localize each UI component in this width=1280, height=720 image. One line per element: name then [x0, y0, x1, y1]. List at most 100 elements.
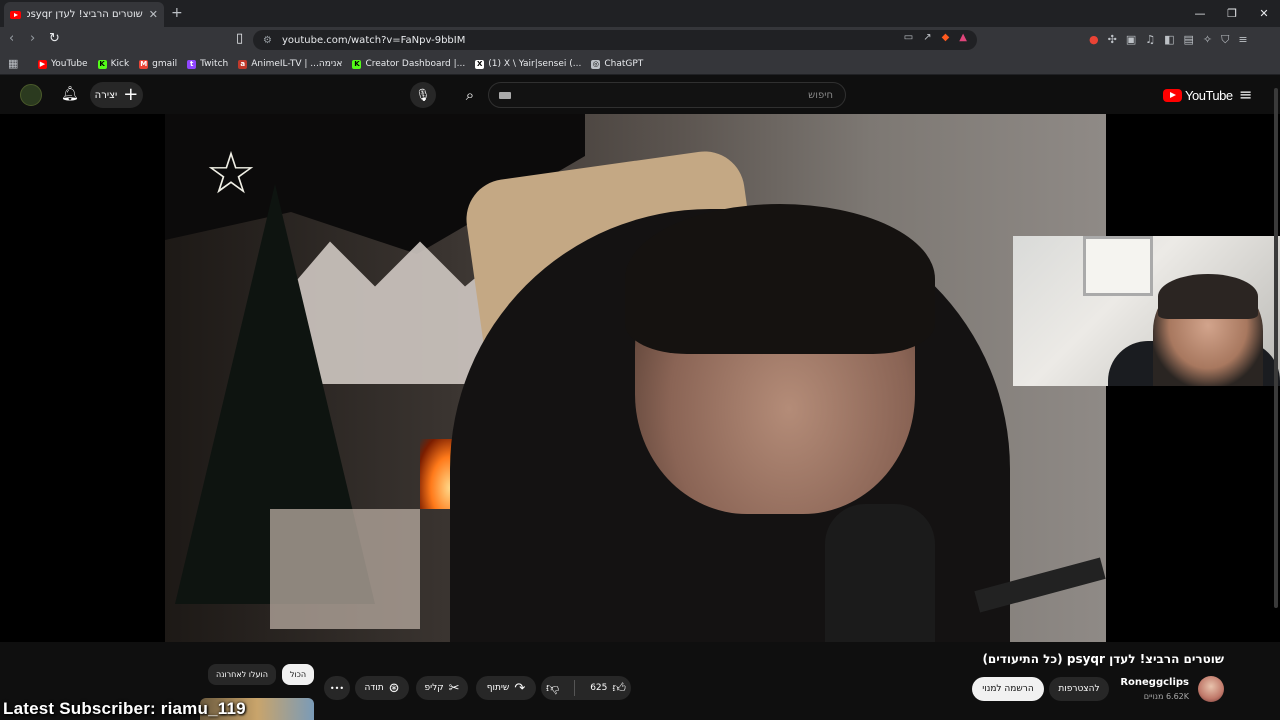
forward-arrow-icon[interactable]: › — [30, 31, 35, 46]
subscribe-button[interactable]: הרשמה למנוי — [972, 677, 1044, 701]
vpn-shield-icon[interactable]: ⛉ — [1221, 33, 1229, 47]
youtube-icon: ▶ — [38, 59, 47, 69]
like-icon[interactable]: 👍︎ — [612, 681, 626, 696]
share-page-icon[interactable]: ↗ — [923, 32, 931, 43]
share-label: שיתוף — [486, 683, 510, 693]
bookmark-twitch[interactable]: t Twitch — [187, 59, 228, 69]
browser-tab-strip: שוטרים הרביצ! לעדן psyqr (כל ה ✕ + — ❐ ✕ — [0, 0, 1280, 27]
search-box — [488, 82, 846, 108]
join-button[interactable]: להצטרפות — [1049, 677, 1109, 701]
chatgpt-icon: ◎ — [591, 59, 601, 69]
twitch-icon: t — [187, 59, 197, 69]
bookmark-youtube[interactable]: ▶ YouTube — [38, 59, 88, 69]
kick-creator-icon: K — [352, 59, 362, 69]
bookmark-label: YouTube — [51, 59, 88, 69]
youtube-logo[interactable]: YouTube — [1163, 88, 1233, 103]
kick-icon: K — [97, 59, 107, 69]
address-bar-actions: ▭ ↗ ◆ ▲ — [904, 32, 967, 43]
minimize-button[interactable]: — — [1184, 0, 1216, 27]
gmail-icon: M — [139, 59, 149, 69]
dislike-icon[interactable]: 👎︎ — [546, 681, 559, 696]
thanks-button[interactable]: ⊛ תודה — [355, 676, 409, 700]
account-avatar[interactable] — [20, 84, 42, 106]
create-button[interactable]: יצירה + — [90, 82, 143, 108]
youtube-favicon-icon — [10, 10, 21, 19]
bookmark-animeil[interactable]: a AnimeIL-TV | ...אנימה — [238, 59, 342, 69]
join-label: להצטרפות — [1058, 684, 1100, 694]
thanks-dollar-icon: ⊛ — [388, 680, 400, 696]
related-filter-chips: הועלו לאחרונה הכול — [208, 664, 315, 685]
brave-rewards-icon[interactable]: ▲ — [959, 32, 967, 43]
bookmark-label: gmail — [152, 59, 178, 69]
cast-icon[interactable]: ▭ — [904, 32, 913, 43]
apps-grid-icon[interactable]: ▦ — [8, 57, 18, 70]
new-tab-button[interactable]: + — [171, 5, 183, 21]
bookmark-gmail[interactable]: Mgmail — [139, 59, 177, 69]
bookmark-x[interactable]: X (1) X \ Yair|sensei (... — [475, 59, 581, 69]
wallet-icon[interactable]: ▤ — [1184, 33, 1194, 47]
channel-name[interactable]: Roneggclips — [1120, 677, 1189, 688]
webcam-overlay — [1013, 236, 1280, 386]
share-icon: ↷ — [514, 680, 526, 696]
animeil-icon: a — [238, 59, 248, 69]
tab-close-icon[interactable]: ✕ — [149, 8, 158, 21]
voice-search-mic-icon[interactable]: 🎙︎ — [410, 82, 436, 108]
search-input[interactable] — [489, 83, 845, 108]
sidepanel-extension-icon[interactable]: ▣ — [1126, 33, 1136, 47]
webcam-window — [1083, 236, 1153, 296]
music-icon[interactable]: ♫ — [1145, 33, 1155, 47]
site-info-icon[interactable]: ⚙ — [263, 35, 272, 46]
close-window-button[interactable]: ✕ — [1248, 0, 1280, 27]
extension-icons: ● ✣ ▣ ♫ ◧ ▤ ✧ ⛉ ≡ — [1089, 33, 1248, 47]
bookmark-chatgpt[interactable]: ◎ ChatGPT — [591, 59, 643, 69]
thanks-label: תודה — [364, 683, 384, 693]
puzzle-extension-icon[interactable]: ✣ — [1108, 33, 1117, 47]
bookmark-list: ▶ YouTube K Kick Mgmail t Twitch a AnimeIL-T… — [38, 53, 643, 75]
restore-button[interactable]: ❐ — [1216, 0, 1248, 27]
more-actions-button[interactable]: ••• — [324, 676, 350, 700]
bookmark-kick[interactable]: K Kick — [97, 59, 130, 69]
browser-menu-icon[interactable]: ≡ — [1238, 33, 1247, 47]
stream-latest-subscriber-overlay: Latest Subscriber: riamu_119 — [3, 699, 246, 718]
keyboard-icon[interactable] — [499, 92, 511, 99]
page-scrollbar[interactable] — [1274, 88, 1278, 608]
notifications-bell-icon[interactable]: 🔔︎ — [61, 86, 79, 102]
video-player[interactable]: ☆ — [0, 114, 1280, 642]
bookmark-creator-dashboard[interactable]: K Creator Dashboard |... — [352, 59, 465, 69]
share-button[interactable]: ↷ שיתוף — [476, 676, 536, 700]
browser-tab-active[interactable]: שוטרים הרביצ! לעדן psyqr (כל ה ✕ — [4, 2, 164, 27]
gift-boxes — [270, 509, 420, 629]
sidebar-icon[interactable]: ◧ — [1164, 33, 1174, 47]
more-icon: ••• — [329, 683, 345, 693]
reload-icon[interactable]: ↻ — [49, 31, 60, 46]
microphone — [825, 504, 935, 642]
scissors-icon: ✂ — [448, 680, 460, 696]
chip-all[interactable]: הכול — [281, 664, 315, 685]
clip-label: קליפ — [424, 683, 444, 693]
browser-toolbar: ‹ › ↻ ▯ ⚙ youtube.com/watch?v=FaNpv-9bbI… — [0, 27, 1280, 53]
tab-title: שוטרים הרביצ! לעדן psyqr (כל ה — [27, 9, 143, 20]
bookmark-label: Kick — [110, 59, 130, 69]
leo-ai-icon[interactable]: ✧ — [1203, 33, 1212, 47]
youtube-play-logo-icon — [1163, 89, 1182, 102]
subscribe-label: הרשמה למנוי — [982, 684, 1034, 694]
like-count: 625 — [590, 683, 608, 693]
guide-menu-icon[interactable]: ≡ — [1239, 85, 1252, 104]
address-bar[interactable]: ⚙ youtube.com/watch?v=FaNpv-9bbIM ▭ ↗ ◆ … — [253, 30, 977, 50]
video-frame: ☆ — [165, 114, 1106, 642]
back-arrow-icon[interactable]: ‹ — [9, 31, 14, 46]
like-dislike-group: 👎︎ 625 👍︎ — [541, 676, 631, 700]
search-icon[interactable]: ⌕ — [452, 82, 488, 108]
plus-icon: + — [123, 84, 139, 105]
clip-button[interactable]: ✂ קליפ — [416, 676, 468, 700]
streamer-hair — [625, 204, 935, 354]
chip-recently-uploaded[interactable]: הועלו לאחרונה — [208, 664, 276, 685]
bookmark-label: AnimeIL-TV | ...אנימה — [251, 59, 343, 69]
x-icon: X — [475, 59, 485, 69]
channel-avatar[interactable] — [1198, 676, 1224, 702]
bookmark-icon[interactable]: ▯ — [236, 31, 243, 46]
create-label: יצירה — [94, 89, 118, 101]
bookmark-label: Twitch — [200, 59, 229, 69]
record-extension-icon[interactable]: ● — [1089, 33, 1099, 47]
brave-shield-icon[interactable]: ◆ — [942, 32, 950, 43]
